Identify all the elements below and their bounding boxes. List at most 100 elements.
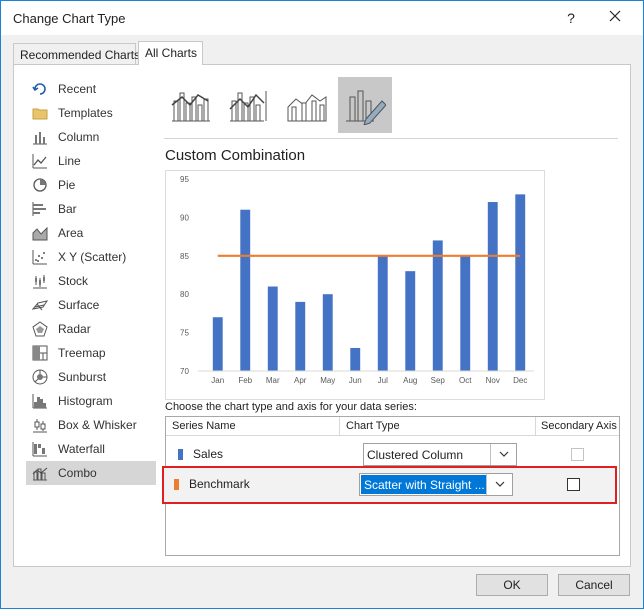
- chart-preview: 70 75 80 85 90 95 Jan Feb Mar Apr May Jun Jul Aug Sep O…: [165, 170, 545, 400]
- sidebar-item-label: Box & Whisker: [58, 418, 137, 432]
- chevron-down-icon: [495, 481, 505, 487]
- sidebar-item-label: Radar: [58, 322, 91, 336]
- surface-chart-icon: [31, 297, 49, 313]
- bar-sep: [432, 240, 443, 371]
- treemap-chart-icon: [32, 345, 48, 361]
- sidebar-item-radar[interactable]: Radar: [26, 317, 156, 341]
- scatter-chart-icon: [32, 249, 48, 265]
- series-name: Sales: [193, 447, 224, 461]
- y-tick-label: 75: [180, 329, 189, 338]
- column-divider: [339, 417, 340, 435]
- sidebar-item-label: Combo: [58, 466, 97, 480]
- x-tick-label: Oct: [459, 376, 472, 385]
- series-color-swatch: [174, 479, 179, 490]
- dropdown-button[interactable]: [490, 444, 516, 465]
- column-chart-icon: [32, 129, 48, 145]
- sidebar-item-label: Templates: [58, 106, 113, 120]
- secondary-axis-checkbox[interactable]: [567, 478, 580, 491]
- gallery-separator: [164, 138, 618, 139]
- chart-type-dropdown[interactable]: Scatter with Straight ...: [359, 473, 513, 496]
- bar-feb: [240, 209, 251, 371]
- sidebar-item-label: Sunburst: [58, 370, 107, 384]
- clustered-column-line-button[interactable]: [164, 77, 218, 133]
- combo-chart-icon: [32, 465, 48, 481]
- sidebar-item-histogram[interactable]: Histogram: [26, 389, 156, 413]
- y-tick-label: 90: [180, 213, 189, 222]
- x-tick-label: Dec: [513, 376, 527, 385]
- sidebar-item-bar[interactable]: Bar: [26, 197, 156, 221]
- combo-chart-svg: 70 75 80 85 90 95 Jan Feb Mar Apr May Jun Jul Aug Sep O…: [180, 175, 534, 385]
- series-row-benchmark-highlighted: Benchmark Scatter with Straight ...: [162, 466, 617, 504]
- sidebar-item-label: Bar: [58, 202, 77, 216]
- custom-combination-button[interactable]: [338, 77, 392, 133]
- ok-button[interactable]: OK: [476, 574, 548, 596]
- bar-may: [322, 294, 333, 371]
- choose-series-label: Choose the chart type and axis for your …: [165, 401, 417, 413]
- box-whisker-chart-icon: [32, 417, 48, 433]
- bar-jul: [377, 255, 388, 371]
- chart-type-value: Clustered Column: [367, 448, 464, 462]
- close-button[interactable]: [603, 8, 627, 28]
- templates-folder-icon: [32, 105, 48, 121]
- line-chart-icon: [32, 153, 48, 169]
- radar-chart-icon: [32, 321, 48, 337]
- sidebar-item-sunburst[interactable]: Sunburst: [26, 365, 156, 389]
- change-chart-type-dialog: Change Chart Type ? Recommended Charts A…: [0, 0, 644, 609]
- bar-oct: [460, 255, 471, 371]
- close-icon: [609, 10, 621, 22]
- dropdown-button[interactable]: [486, 474, 512, 495]
- tab-recommended-charts[interactable]: Recommended Charts: [13, 43, 140, 65]
- sidebar-item-waterfall[interactable]: Waterfall: [26, 437, 156, 461]
- x-tick-label: Apr: [294, 376, 307, 385]
- x-tick-label: Feb: [238, 376, 252, 385]
- y-tick-label: 85: [180, 252, 189, 261]
- secondary-axis-checkbox[interactable]: [571, 448, 584, 461]
- chevron-down-icon: [499, 451, 509, 457]
- secondary-axis-header: Secondary Axis: [541, 420, 617, 432]
- bar-dec: [515, 194, 526, 371]
- sidebar-item-label: Stock: [58, 274, 89, 288]
- x-tick-label: Sep: [431, 376, 446, 385]
- bar-jan: [212, 317, 223, 371]
- sidebar-item-surface[interactable]: Surface: [26, 293, 156, 317]
- stacked-area-column-button[interactable]: [280, 77, 334, 133]
- sidebar-item-column[interactable]: Column: [26, 125, 156, 149]
- section-title: Custom Combination: [165, 147, 306, 164]
- chart-type-dropdown[interactable]: Clustered Column: [363, 443, 517, 466]
- sidebar-item-label: Pie: [58, 178, 76, 192]
- bar-mar: [267, 286, 278, 371]
- y-tick-label: 70: [180, 367, 189, 376]
- bar-jun: [350, 347, 361, 371]
- tab-all-charts[interactable]: All Charts: [138, 41, 203, 65]
- help-button[interactable]: ?: [561, 8, 581, 28]
- bar-apr: [295, 301, 306, 371]
- sidebar-item-x-y-scatter[interactable]: X Y (Scatter): [26, 245, 156, 269]
- sidebar-item-line[interactable]: Line: [26, 149, 156, 173]
- bar-aug: [405, 271, 416, 371]
- sidebar-item-stock[interactable]: Stock: [26, 269, 156, 293]
- sidebar-item-treemap[interactable]: Treemap: [26, 341, 156, 365]
- x-tick-label: Nov: [486, 376, 500, 385]
- area-chart-icon: [32, 225, 48, 241]
- sidebar-item-recent[interactable]: Recent: [26, 77, 156, 101]
- stacked-area-column-icon: [287, 94, 327, 122]
- cancel-button[interactable]: Cancel: [558, 574, 630, 596]
- series-color-swatch: [178, 449, 183, 460]
- custom-combination-icon: [346, 90, 386, 125]
- sidebar-item-label: Surface: [58, 298, 100, 312]
- dialog-title: Change Chart Type: [13, 11, 126, 26]
- sidebar-item-area[interactable]: Area: [26, 221, 156, 245]
- sidebar-item-label: Recent: [58, 82, 97, 96]
- sidebar-item-label: Area: [58, 226, 84, 240]
- sidebar-item-box-whisker[interactable]: Box & Whisker: [26, 413, 156, 437]
- chart-type-value: Scatter with Straight ...: [361, 475, 487, 494]
- clustered-column-line-secondary-button[interactable]: [222, 77, 276, 133]
- chart-type-header: Chart Type: [346, 420, 400, 432]
- title-bar: Change Chart Type ?: [1, 1, 643, 35]
- sidebar-item-templates[interactable]: Templates: [26, 101, 156, 125]
- y-tick-label: 95: [180, 175, 189, 184]
- sunburst-chart-icon: [32, 369, 48, 385]
- sidebar-item-pie[interactable]: Pie: [26, 173, 156, 197]
- sidebar-item-label: Histogram: [58, 394, 113, 408]
- sidebar-item-combo[interactable]: Combo: [26, 461, 156, 485]
